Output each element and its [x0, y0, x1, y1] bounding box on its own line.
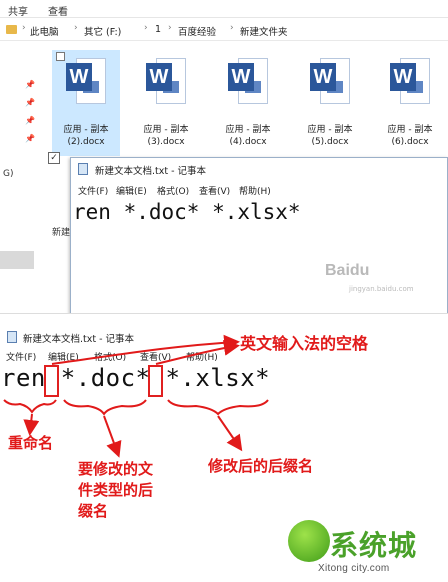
- word-document-icon: W: [390, 58, 430, 106]
- word-document-icon: W: [228, 58, 268, 106]
- breadcrumb-drive-f[interactable]: 其它 (F:): [84, 24, 121, 38]
- chevron-right-icon: ›: [22, 23, 26, 33]
- item-checkbox-checked[interactable]: ✓: [48, 152, 60, 164]
- pin-icon[interactable]: 📌: [25, 98, 35, 107]
- nav-selected-item[interactable]: [0, 251, 34, 269]
- word-document-icon: W: [66, 58, 106, 106]
- annotation-command: 重命名: [8, 434, 54, 452]
- menu-file[interactable]: 文件(F): [78, 184, 108, 197]
- text-editor[interactable]: ren *.doc* *.xlsx*: [73, 200, 301, 224]
- pin-icon[interactable]: 📌: [25, 80, 35, 89]
- file-item[interactable]: W 应用 - 副本 (3).docx: [132, 50, 200, 156]
- chevron-right-icon: ›: [168, 23, 172, 33]
- ribbon-tabs: 共享 查看: [0, 0, 448, 18]
- menu-bar: 文件(F) 编辑(E) 格式(O) 查看(V) 帮助(H): [71, 180, 447, 198]
- site-logo: 系统城 Xitong city.com: [282, 520, 446, 580]
- chevron-right-icon: ›: [230, 23, 234, 33]
- file-item[interactable]: W 应用 - 副本 (2).docx: [52, 50, 120, 156]
- notepad-titlebar[interactable]: 新建文本文档.txt - 记事本: [71, 158, 447, 180]
- file-name: 应用 - 副本 (2).docx: [63, 125, 109, 147]
- pin-icon[interactable]: 📌: [25, 134, 35, 143]
- file-name: 应用 - 副本 (6).docx: [387, 125, 433, 147]
- nav-drive-label[interactable]: G): [3, 169, 14, 179]
- tab-view[interactable]: 查看: [48, 3, 68, 18]
- logo-emblem-icon: [288, 520, 330, 562]
- logo-url: Xitong city.com: [318, 563, 390, 574]
- tab-share[interactable]: 共享: [8, 3, 28, 18]
- breadcrumb-new-folder[interactable]: 新建文件夹: [240, 24, 288, 38]
- file-name: 应用 - 副本 (4).docx: [225, 125, 271, 147]
- menu-edit[interactable]: 编辑(E): [116, 184, 147, 197]
- file-name: 应用 - 副本 (5).docx: [307, 125, 353, 147]
- annotation-new-suffix: 修改后的后缀名: [208, 457, 314, 475]
- chevron-right-icon: ›: [144, 23, 148, 33]
- navigation-pane: 📌 📌 📌 📌 G): [0, 42, 44, 313]
- watermark-url: jingyan.baidu.com: [349, 285, 414, 293]
- annotation-old-type-line: 要修改的文: [78, 460, 154, 478]
- breadcrumb-this-pc[interactable]: 此电脑: [30, 24, 59, 38]
- logo-text: 系统城: [330, 529, 418, 562]
- baidu-watermark: Baidu: [325, 262, 370, 279]
- folder-icon: [6, 25, 17, 34]
- notepad-icon: [78, 163, 88, 175]
- file-item[interactable]: W 应用 - 副本 (6).docx: [376, 50, 444, 156]
- annotation-old-type-line: 件类型的后: [78, 481, 154, 499]
- annotation-old-type-line: 缀名: [78, 502, 109, 520]
- menu-view[interactable]: 查看(V): [199, 184, 230, 197]
- breadcrumb-baidu-jingyan[interactable]: 百度经验: [178, 24, 216, 38]
- file-name: 应用 - 副本 (3).docx: [143, 125, 189, 147]
- breadcrumb-folder-1[interactable]: 1: [155, 24, 161, 35]
- menu-format[interactable]: 格式(O): [157, 184, 189, 197]
- word-document-icon: W: [310, 58, 350, 106]
- chevron-right-icon: ›: [74, 23, 78, 33]
- address-bar[interactable]: › 此电脑 › 其它 (F:) › 1 › 百度经验 › 新建文件夹: [0, 19, 448, 41]
- menu-help[interactable]: 帮助(H): [239, 184, 271, 197]
- partial-file-label[interactable]: 新建: [52, 225, 70, 238]
- window-title: 新建文本文档.txt - 记事本: [95, 166, 207, 177]
- item-checkbox[interactable]: [56, 52, 65, 61]
- word-document-icon: W: [146, 58, 186, 106]
- pin-icon[interactable]: 📌: [25, 116, 35, 125]
- annotation-old-type: 要修改的文 件类型的后 缀名: [78, 459, 153, 522]
- file-item[interactable]: W 应用 - 副本 (4).docx: [214, 50, 282, 156]
- file-explorer-window: 共享 查看 › 此电脑 › 其它 (F:) › 1 › 百度经验 › 新建文件夹…: [0, 0, 448, 314]
- annotation-space: 英文输入法的空格: [240, 334, 369, 353]
- file-item[interactable]: W 应用 - 副本 (5).docx: [296, 50, 364, 156]
